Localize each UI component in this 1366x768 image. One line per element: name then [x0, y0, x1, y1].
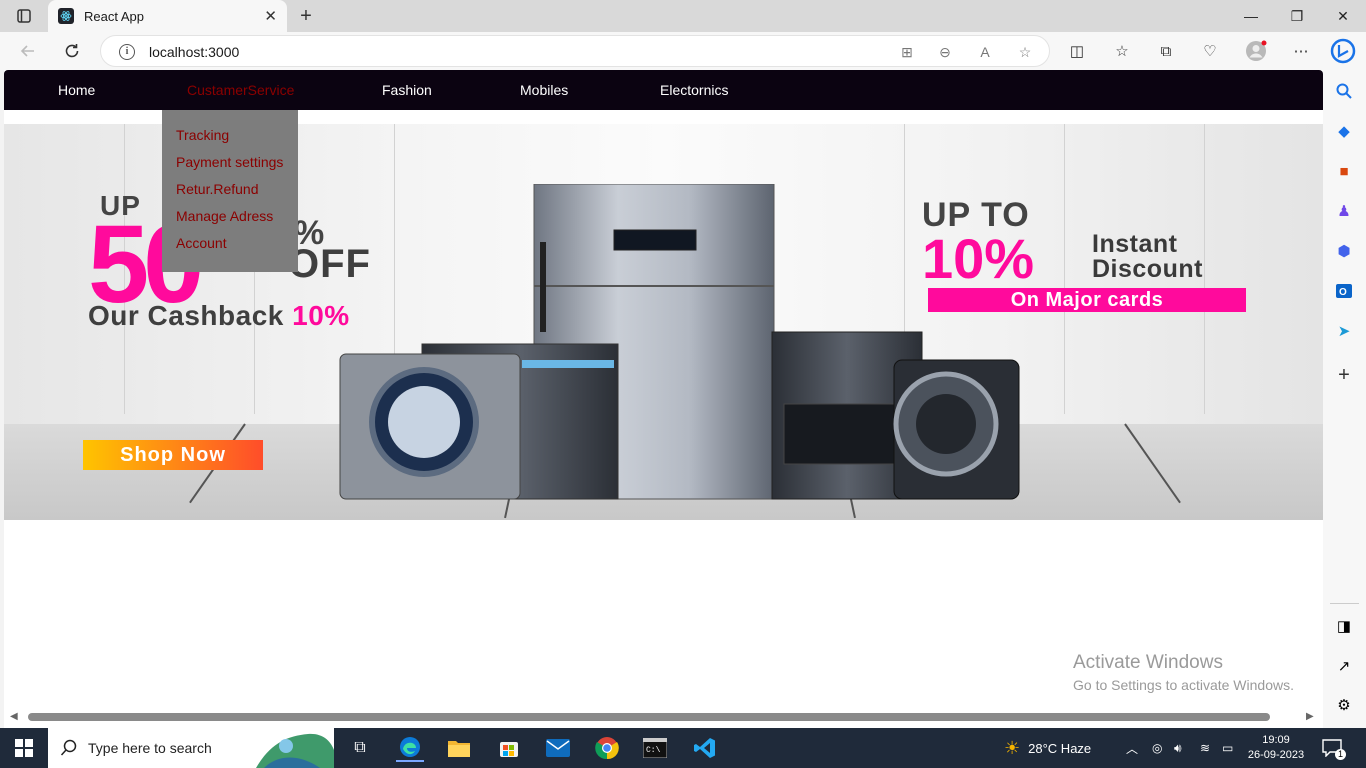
bing-copilot-icon[interactable]: [1328, 36, 1358, 66]
instant-label: Instant: [1092, 230, 1178, 258]
refresh-button[interactable]: [58, 38, 86, 64]
taskbar-search-box[interactable]: Type here to search: [48, 728, 334, 768]
read-aloud-icon[interactable]: A: [975, 42, 995, 62]
close-window-button[interactable]: ✕: [1320, 0, 1366, 32]
show-hidden-icons-icon[interactable]: ︿: [1126, 728, 1138, 768]
site-navbar: Home CustamerService Fashion Mobiles Ele…: [4, 70, 1323, 110]
nav-mobiles[interactable]: Mobiles: [520, 82, 568, 98]
task-view-icon[interactable]: ⧉: [346, 734, 374, 762]
clock-date: 26-09-2023: [1247, 749, 1305, 761]
discount-label: Discount: [1092, 255, 1203, 283]
file-explorer-icon[interactable]: [445, 734, 473, 762]
weather-widget[interactable]: ☀ 28°C Haze: [1004, 728, 1091, 768]
volume-icon[interactable]: 🔊︎: [1174, 728, 1182, 768]
browser-tab[interactable]: React App ✕: [48, 0, 287, 32]
battery-icon[interactable]: ▭: [1222, 728, 1233, 768]
clock-time: 19:09: [1262, 734, 1290, 746]
shop-now-button[interactable]: Shop Now: [83, 440, 263, 470]
sidebar-divider: [1330, 603, 1359, 604]
settings-gear-icon[interactable]: ⚙: [1333, 694, 1355, 716]
edge-taskbar-icon[interactable]: [396, 734, 424, 762]
microsoft-store-icon[interactable]: [495, 734, 523, 762]
edge-sidebar: ◆ ■ ♟ ⬢ O ➤ + ◨ ↗ ⚙: [1323, 70, 1366, 728]
nav-electronics[interactable]: Electornics: [660, 82, 728, 98]
profile-avatar[interactable]: [1243, 38, 1269, 64]
back-button[interactable]: [14, 38, 42, 64]
office-icon[interactable]: ⬢: [1333, 240, 1355, 262]
send-icon[interactable]: ➤: [1333, 320, 1355, 342]
notifications-button[interactable]: 1: [1322, 728, 1346, 768]
activate-windows-title: Activate Windows: [1073, 652, 1223, 673]
terminal-icon[interactable]: C:\: [641, 734, 669, 762]
weather-icon: ☀: [1004, 737, 1021, 758]
add-icon[interactable]: +: [1333, 364, 1355, 386]
nav-home[interactable]: Home: [58, 82, 95, 98]
search-placeholder: Type here to search: [88, 740, 212, 756]
collections-icon[interactable]: ⧉: [1153, 38, 1179, 64]
weather-text: 28°C Haze: [1028, 740, 1092, 756]
scroll-right-arrow-icon[interactable]: ▶: [1306, 711, 1314, 722]
favorite-star-icon[interactable]: ☆: [1015, 42, 1035, 62]
apps-icon[interactable]: ⊞: [897, 42, 917, 62]
tab-close-icon[interactable]: ✕: [264, 7, 277, 25]
browser-toolbar: i localhost:3000 ⊞ ⊖ A ☆ ◫ ☆ ⧉ ♡ ⋯: [0, 32, 1366, 70]
zoom-out-icon[interactable]: ⊖: [935, 42, 955, 62]
tab-actions-button[interactable]: [8, 4, 40, 28]
scrollbar-thumb[interactable]: [28, 713, 1270, 721]
games-icon[interactable]: ♟: [1333, 200, 1355, 222]
vscode-icon[interactable]: [691, 734, 719, 762]
page-viewport: Home CustamerService Fashion Mobiles Ele…: [4, 70, 1323, 728]
dropdown-item-return-refund[interactable]: Retur.Refund: [162, 181, 298, 208]
notification-count: 1: [1335, 749, 1346, 760]
split-screen-icon[interactable]: ◫: [1064, 38, 1090, 64]
cashback-line: Our Cashback 10%: [88, 300, 350, 332]
dropdown-item-tracking[interactable]: Tracking: [162, 127, 298, 154]
mail-icon[interactable]: [544, 734, 572, 762]
appliances-image: [339, 184, 1020, 500]
tab-strip: React App ✕ + — ❐ ✕: [0, 0, 1366, 32]
dropdown-item-manage-address[interactable]: Manage Adress: [162, 208, 298, 235]
svg-text:O: O: [1339, 287, 1347, 298]
url-text[interactable]: localhost:3000: [149, 44, 239, 60]
nav-customer-service[interactable]: CustamerService: [187, 82, 294, 98]
customer-service-dropdown: Tracking Payment settings Retur.Refund M…: [162, 110, 298, 272]
external-link-icon[interactable]: ↗: [1333, 655, 1355, 677]
cashback-text: Our Cashback: [88, 300, 284, 331]
nav-fashion[interactable]: Fashion: [382, 82, 432, 98]
info-icon[interactable]: i: [119, 44, 135, 60]
wifi-icon[interactable]: ≋: [1200, 728, 1210, 768]
maximize-button[interactable]: ❐: [1274, 0, 1320, 32]
meet-now-icon[interactable]: ◎: [1152, 728, 1162, 768]
new-tab-button[interactable]: +: [294, 4, 318, 28]
activate-windows-subtitle: Go to Settings to activate Windows.: [1073, 677, 1294, 693]
chrome-icon[interactable]: [593, 734, 621, 762]
refresh-icon: [65, 44, 79, 58]
search-icon: [60, 739, 77, 756]
instant-discount-text: Instant Discount: [1092, 232, 1203, 282]
performance-icon[interactable]: ♡: [1197, 38, 1223, 64]
tools-icon[interactable]: ■: [1333, 160, 1355, 182]
clock[interactable]: 19:09 26-09-2023: [1246, 728, 1306, 768]
scroll-left-arrow-icon[interactable]: ◀: [10, 711, 18, 722]
horizontal-scrollbar[interactable]: ◀ ▶: [4, 710, 1323, 724]
more-options-icon[interactable]: ⋯: [1288, 38, 1314, 64]
windows-start-icon[interactable]: [10, 734, 38, 762]
dropdown-item-payment-settings[interactable]: Payment settings: [162, 154, 298, 181]
tab-title: React App: [84, 8, 144, 24]
tab-actions-icon: [17, 9, 31, 23]
arrow-left-icon: [20, 45, 34, 57]
react-icon: [58, 8, 74, 24]
svg-text:C:\: C:\: [646, 746, 661, 755]
dropdown-item-account[interactable]: Account: [162, 235, 298, 262]
outlook-icon[interactable]: O: [1333, 280, 1355, 302]
shopping-tag-icon[interactable]: ◆: [1333, 120, 1355, 142]
hide-sidebar-icon[interactable]: ◨: [1333, 615, 1355, 637]
address-bar[interactable]: i localhost:3000 ⊞ ⊖ A ☆: [100, 35, 1050, 67]
search-icon[interactable]: [1333, 80, 1355, 102]
search-highlight-icon: [256, 733, 334, 768]
windows-taskbar: Type here to search ⧉ C:\ ☀ 28°C Haze ︿ …: [0, 728, 1366, 768]
minimize-button[interactable]: —: [1228, 0, 1274, 32]
favorites-icon[interactable]: ☆: [1109, 38, 1135, 64]
